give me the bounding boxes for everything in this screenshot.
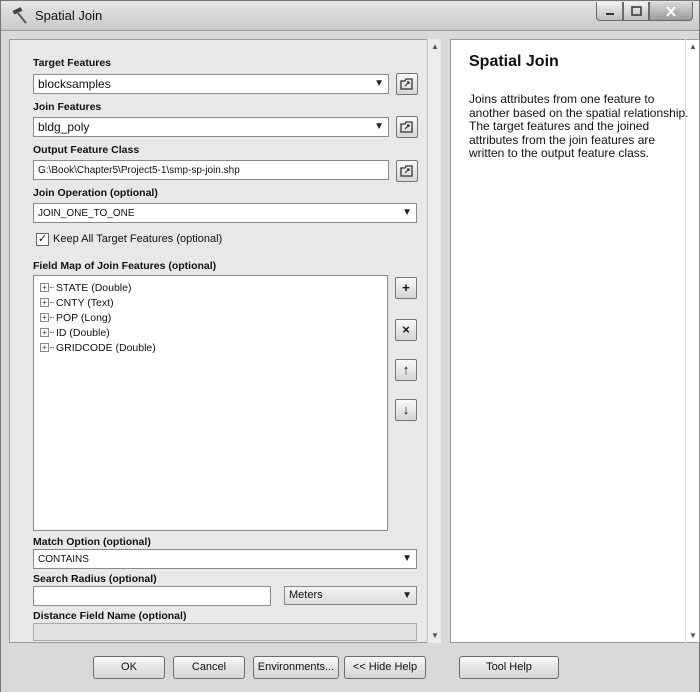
- minimize-icon: [605, 13, 614, 15]
- hide-help-button[interactable]: << Hide Help: [344, 656, 426, 679]
- help-title: Spatial Join: [469, 53, 559, 70]
- move-up-button[interactable]: ↑: [395, 359, 417, 381]
- join-features-label: Join Features: [33, 101, 102, 113]
- folder-icon: [400, 78, 413, 90]
- add-field-button[interactable]: +: [395, 277, 417, 299]
- environments-button[interactable]: Environments...: [253, 656, 339, 679]
- title-bar: Spatial Join: [1, 1, 699, 31]
- join-operation-select[interactable]: JOIN_ONE_TO_ONE ▼: [33, 203, 417, 223]
- distance-field-label: Distance Field Name (optional): [33, 610, 187, 622]
- field-map-label: Field Map of Join Features (optional): [33, 260, 217, 272]
- search-radius-input[interactable]: [33, 586, 271, 606]
- search-radius-label: Search Radius (optional): [33, 573, 157, 585]
- scroll-up-icon[interactable]: ▲: [689, 42, 697, 51]
- search-radius-unit-value: Meters: [289, 589, 323, 601]
- expand-icon[interactable]: +: [40, 343, 49, 352]
- match-option-select[interactable]: CONTAINS ▼: [33, 549, 417, 569]
- ok-button[interactable]: OK: [93, 656, 165, 679]
- match-option-value: CONTAINS: [38, 554, 89, 565]
- minimize-button[interactable]: [596, 2, 623, 21]
- maximize-icon: [630, 6, 642, 16]
- tool-help-button[interactable]: Tool Help: [459, 656, 559, 679]
- chevron-down-icon: ▼: [402, 207, 412, 218]
- target-features-value: blocksamples: [38, 77, 111, 91]
- distance-field-input[interactable]: [33, 623, 417, 641]
- move-down-button[interactable]: ↓: [395, 399, 417, 421]
- parameters-scrollbar[interactable]: ▲ ▼: [427, 39, 441, 643]
- join-operation-label: Join Operation (optional): [33, 187, 158, 199]
- match-option-label: Match Option (optional): [33, 536, 151, 548]
- join-features-value: bldg_poly: [38, 120, 90, 134]
- join-operation-value: JOIN_ONE_TO_ONE: [38, 208, 135, 219]
- browse-join-button[interactable]: [396, 116, 418, 138]
- window-controls: [596, 2, 693, 22]
- target-features-dropdown[interactable]: blocksamples ▼: [33, 74, 389, 94]
- list-item[interactable]: + GRIDCODE (Double): [40, 340, 381, 355]
- spatial-join-dialog: Spatial Join Target Features blocksample…: [0, 0, 700, 692]
- expand-icon[interactable]: +: [40, 328, 49, 337]
- cancel-button[interactable]: Cancel: [173, 656, 245, 679]
- chevron-down-icon: ▼: [374, 121, 384, 132]
- scroll-down-icon[interactable]: ▼: [431, 631, 439, 640]
- join-features-dropdown[interactable]: bldg_poly ▼: [33, 117, 389, 137]
- expand-icon[interactable]: +: [40, 283, 49, 292]
- help-panel: Spatial Join Joins attributes from one f…: [450, 39, 700, 643]
- scroll-down-icon[interactable]: ▼: [689, 631, 697, 640]
- folder-icon: [400, 121, 413, 133]
- remove-field-button[interactable]: ×: [395, 319, 417, 341]
- output-feature-class-input[interactable]: G:\Book\Chapter5\Project5-1\smp-sp-join.…: [33, 160, 389, 180]
- list-item[interactable]: + CNTY (Text): [40, 295, 381, 310]
- output-feature-class-label: Output Feature Class: [33, 144, 140, 156]
- close-button[interactable]: [649, 2, 693, 21]
- browse-target-button[interactable]: [396, 73, 418, 95]
- window-title: Spatial Join: [35, 8, 103, 23]
- target-features-label: Target Features: [33, 57, 111, 69]
- list-item[interactable]: + POP (Long): [40, 310, 381, 325]
- search-radius-unit-select[interactable]: Meters ▼: [284, 586, 417, 605]
- expand-icon[interactable]: +: [40, 298, 49, 307]
- list-item[interactable]: + ID (Double): [40, 325, 381, 340]
- help-scrollbar[interactable]: ▲ ▼: [685, 39, 699, 643]
- browse-output-button[interactable]: [396, 160, 418, 182]
- close-icon: [666, 5, 676, 17]
- keep-all-checkbox[interactable]: ✓: [36, 233, 49, 246]
- chevron-down-icon: ▼: [374, 78, 384, 89]
- folder-icon: [400, 165, 413, 177]
- expand-icon[interactable]: +: [40, 313, 49, 322]
- maximize-button[interactable]: [623, 2, 649, 21]
- list-item[interactable]: + STATE (Double): [40, 280, 381, 295]
- scroll-up-icon[interactable]: ▲: [431, 42, 439, 51]
- chevron-down-icon: ▼: [402, 553, 412, 564]
- hammer-icon: [11, 7, 29, 25]
- help-description: Joins attributes from one feature to ano…: [469, 92, 689, 160]
- keep-all-label: Keep All Target Features (optional): [53, 233, 223, 245]
- field-map-tree[interactable]: + STATE (Double) + CNTY (Text) + POP (Lo…: [33, 275, 388, 531]
- chevron-down-icon: ▼: [402, 590, 412, 601]
